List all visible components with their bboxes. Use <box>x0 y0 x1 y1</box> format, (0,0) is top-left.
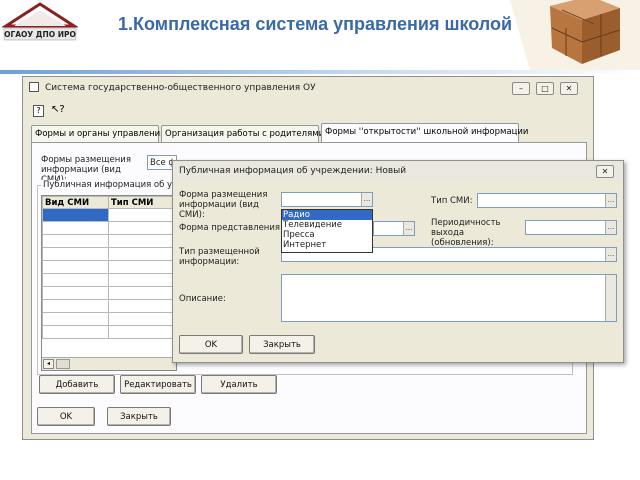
form-placement-label: Форма размещения информации (вид СМИ): <box>179 190 268 220</box>
table-row[interactable] <box>42 299 176 313</box>
periodicity-label: Периодичность выхода (обновления): <box>431 218 501 248</box>
tab-forms-bodies[interactable]: Формы и органы управления <box>31 125 165 142</box>
context-help-icon[interactable]: ↖? <box>51 104 65 115</box>
main-window-title: Система государственно-общественного упр… <box>45 83 316 93</box>
table-row[interactable] <box>42 221 176 235</box>
table-row[interactable] <box>42 208 176 222</box>
scroll-left-icon[interactable]: ◂ <box>43 359 54 369</box>
table-row[interactable] <box>42 273 176 287</box>
table-row[interactable] <box>42 247 176 261</box>
delete-button[interactable]: Удалить <box>201 375 277 394</box>
description-label: Описание: <box>179 294 226 304</box>
grid-header-media-type[interactable]: Тип СМИ <box>108 196 176 209</box>
edit-button[interactable]: Редактировать <box>120 375 196 394</box>
data-grid[interactable]: Вид СМИ Тип СМИ ◂ <box>41 195 177 371</box>
table-row[interactable] <box>42 325 176 339</box>
ellipsis-button[interactable]: ... <box>605 248 616 261</box>
grid-header-type[interactable]: Вид СМИ <box>42 196 109 209</box>
periodicity-field[interactable]: ... <box>525 220 617 235</box>
close-button[interactable]: ✕ <box>560 82 578 95</box>
form-placement-select[interactable]: ... <box>281 192 373 207</box>
maximize-button[interactable]: □ <box>536 82 554 95</box>
logo: ОГАОУ ДПО ИРО <box>0 2 80 46</box>
dialog-title: Публичная информация об учреждении: Новы… <box>179 166 407 176</box>
dialog-close-icon[interactable]: ✕ <box>596 165 614 178</box>
form-presentation-label: Форма представления: <box>179 223 283 233</box>
ellipsis-button[interactable]: ... <box>403 222 414 235</box>
table-row[interactable] <box>42 312 176 326</box>
svg-text:ОГАОУ ДПО ИРО: ОГАОУ ДПО ИРО <box>4 30 76 39</box>
minimize-button[interactable]: – <box>512 82 530 95</box>
dropdown-option-tv[interactable]: Телевидение <box>282 220 372 230</box>
dialog-ok-button[interactable]: OK <box>179 335 243 354</box>
table-row[interactable] <box>42 260 176 274</box>
dropdown-option-press[interactable]: Пресса <box>282 230 372 240</box>
tab-openness[interactable]: Формы ''открытости'' школьной информации <box>321 123 528 142</box>
ellipsis-button[interactable]: ... <box>605 194 616 207</box>
ellipsis-button[interactable]: ... <box>361 193 372 206</box>
media-dropdown-list: Радио Телевидение Пресса Интернет <box>281 209 373 253</box>
description-textarea[interactable] <box>281 274 617 322</box>
media-type-field[interactable]: ... <box>477 193 617 208</box>
tab-parents-work[interactable]: Организация работы с родителями <box>161 125 324 142</box>
scroll-thumb[interactable] <box>56 359 70 369</box>
dropdown-option-internet[interactable]: Интернет <box>282 240 372 250</box>
header-divider <box>0 70 640 74</box>
table-row[interactable] <box>42 234 176 248</box>
tab-strip: Формы и органы управления Организация ра… <box>31 123 587 143</box>
dropdown-option-radio[interactable]: Радио <box>282 210 372 220</box>
dialog-titlebar: Публичная информация об учреждении: Новы… <box>173 161 623 181</box>
ellipsis-button[interactable]: ... <box>605 221 616 234</box>
help-icon[interactable]: ? <box>33 105 44 117</box>
grid-horizontal-scrollbar[interactable]: ◂ <box>42 357 176 370</box>
main-window-titlebar: Система государственно-общественного упр… <box>23 77 593 99</box>
main-close-button[interactable]: Закрыть <box>107 407 171 426</box>
add-button[interactable]: Добавить <box>39 375 115 394</box>
slide-title: 1.Комплексная система управления школой <box>118 14 513 34</box>
type-info-label: Тип размещенной информации: <box>179 247 260 267</box>
dialog-close-button[interactable]: Закрыть <box>249 335 315 354</box>
main-ok-button[interactable]: OK <box>37 407 95 426</box>
media-type-label: Тип СМИ: <box>431 196 473 206</box>
form-presentation-field[interactable]: ... <box>373 221 415 236</box>
app-icon <box>29 82 39 92</box>
description-scrollbar[interactable] <box>605 275 616 321</box>
table-row[interactable] <box>42 286 176 300</box>
decorative-cube-image <box>470 0 640 70</box>
dialog-window: Публичная информация об учреждении: Новы… <box>172 160 624 363</box>
